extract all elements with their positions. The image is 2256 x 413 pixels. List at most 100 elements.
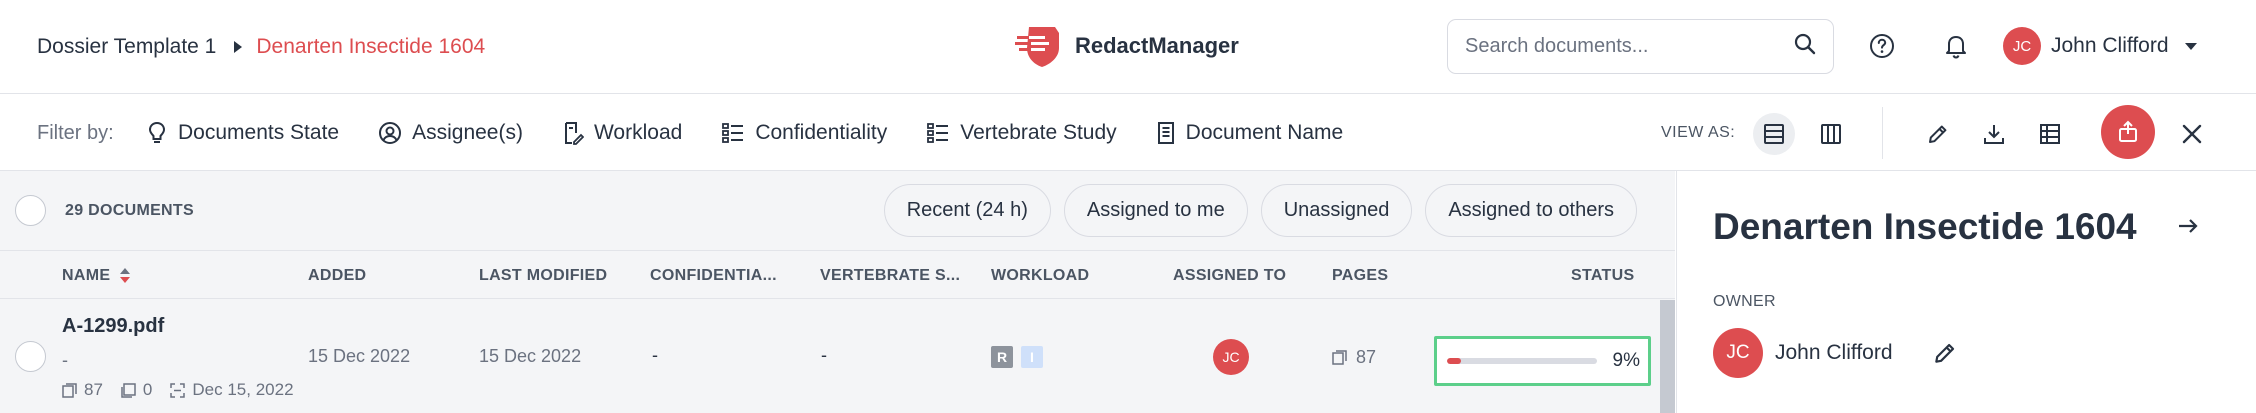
export-button[interactable]	[2101, 105, 2155, 159]
scrollbar[interactable]	[1660, 300, 1675, 413]
column-header-status[interactable]: STATUS	[1571, 252, 1634, 299]
owner-name: John Clifford	[1775, 341, 1893, 364]
filter-list: Documents State Assignee(s) Workload Con…	[146, 95, 1382, 171]
document-icon	[1157, 122, 1174, 144]
details-title: Denarten Insectide 1604	[1713, 206, 2137, 247]
lightbulb-icon	[148, 121, 166, 143]
list-icon	[722, 123, 744, 143]
cell-vertebrate-study: -	[821, 345, 827, 365]
file-meta: 87 0 Dec 15, 2022	[62, 380, 295, 400]
list-view-icon[interactable]	[1753, 113, 1795, 155]
avatar: JC	[2003, 27, 2041, 65]
pages-icon	[62, 382, 77, 398]
edit-owner-icon[interactable]	[1930, 338, 1960, 368]
user-menu[interactable]: JC John Clifford	[2003, 26, 2197, 66]
help-icon[interactable]	[1865, 29, 1899, 63]
progress-bar	[1447, 358, 1597, 364]
filter-documents-state[interactable]: Documents State	[146, 121, 339, 145]
list-toolbar: 29 DOCUMENTS Recent (24 h) Assigned to m…	[0, 171, 1675, 251]
filter-document-name[interactable]: Document Name	[1156, 121, 1344, 145]
owner-label: OWNER	[1713, 293, 1776, 310]
toolbar-divider	[1882, 107, 1883, 159]
filter-confidentiality[interactable]: Confidentiality	[721, 121, 887, 145]
brand-name: RedactManager	[1075, 33, 1239, 58]
column-header-name[interactable]: NAME	[62, 252, 131, 299]
meta-annotations: 0	[121, 380, 152, 400]
filter-label: Assignee(s)	[412, 121, 523, 144]
quick-filters: Recent (24 h) Assigned to me Unassigned …	[883, 184, 1637, 237]
filter-bar: Filter by: Documents State Assignee(s) W…	[0, 95, 2256, 171]
quick-filter-recent[interactable]: Recent (24 h)	[883, 184, 1051, 237]
filter-label: Confidentiality	[755, 121, 888, 144]
file-subtitle: -	[62, 350, 68, 370]
column-header-vertebrate-study[interactable]: VERTEBRATE S...	[820, 252, 960, 299]
sort-icon	[120, 268, 131, 283]
workload-badge-r: R	[991, 346, 1013, 368]
details-pane: Denarten Insectide 1604 OWNER JC John Cl…	[1676, 171, 2256, 413]
select-all-checkbox[interactable]	[15, 195, 46, 226]
filter-workload[interactable]: Workload	[562, 121, 682, 145]
quick-filter-assigned-to-me[interactable]: Assigned to me	[1063, 184, 1248, 237]
document-count: 29 DOCUMENTS	[65, 202, 194, 219]
progress-percent: 9%	[1612, 350, 1640, 371]
close-icon[interactable]	[2171, 113, 2213, 155]
chevron-down-icon	[2184, 42, 2197, 50]
cell-added: 15 Dec 2022	[308, 346, 411, 366]
pages-icon	[1332, 350, 1347, 365]
view-as-label: VIEW AS:	[1661, 124, 1736, 141]
table-icon[interactable]	[2029, 113, 2071, 155]
breadcrumb-separator-icon	[234, 41, 243, 53]
column-header-last-modified[interactable]: LAST MODIFIED	[479, 252, 607, 299]
columns-view-icon[interactable]	[1810, 113, 1852, 155]
meta-pages: 87	[62, 380, 103, 400]
annotations-icon	[121, 382, 136, 398]
progress-bar-fill	[1447, 358, 1461, 364]
meta-annotations-value: 0	[142, 380, 153, 399]
workload-badge-i: I	[1021, 346, 1043, 368]
document-list: 29 DOCUMENTS Recent (24 h) Assigned to m…	[0, 171, 1675, 413]
upload-icon	[2119, 120, 2137, 142]
meta-date-value: Dec 15, 2022	[192, 380, 294, 399]
owner: JC John Clifford	[1713, 328, 1960, 378]
search-icon[interactable]	[1793, 32, 1817, 61]
status-progress[interactable]: 9%	[1434, 336, 1651, 386]
filter-assignees[interactable]: Assignee(s)	[378, 121, 523, 145]
column-header-assigned-to[interactable]: ASSIGNED TO	[1173, 252, 1286, 299]
brand-logo[interactable]: RedactManager	[1015, 22, 1239, 70]
search-box[interactable]	[1447, 19, 1834, 74]
breadcrumb-dossier-template[interactable]: Dossier Template 1	[37, 35, 216, 59]
cell-confidentiality: -	[652, 345, 658, 365]
column-header-workload[interactable]: WORKLOAD	[991, 252, 1089, 299]
table-header: NAME ADDED LAST MODIFIED CONFIDENTIA... …	[0, 252, 1675, 299]
list-icon	[927, 123, 949, 143]
meta-date: Dec 15, 2022	[170, 380, 294, 400]
file-name[interactable]: A-1299.pdf	[62, 315, 164, 338]
filter-label: Documents State	[178, 121, 340, 144]
column-header-confidentiality[interactable]: CONFIDENTIA...	[650, 252, 777, 299]
assignee-avatar[interactable]: JC	[1213, 339, 1249, 375]
meta-pages-value: 87	[84, 380, 103, 399]
filter-label: Document Name	[1185, 121, 1344, 144]
column-header-added[interactable]: ADDED	[308, 252, 366, 299]
user-circle-icon	[379, 122, 402, 144]
cell-pages: 87	[1332, 347, 1376, 368]
document-pen-icon	[564, 122, 584, 145]
search-input[interactable]	[1465, 35, 1785, 58]
breadcrumb-dossier[interactable]: Denarten Insectide 1604	[256, 35, 485, 59]
redact-manager-logo-icon	[1015, 27, 1059, 67]
quick-filter-unassigned[interactable]: Unassigned	[1260, 184, 1413, 237]
bell-icon[interactable]	[1939, 29, 1973, 63]
scan-icon	[170, 382, 186, 398]
row-checkbox[interactable]	[15, 341, 46, 372]
owner-avatar: JC	[1713, 328, 1763, 378]
quick-filter-assigned-to-others[interactable]: Assigned to others	[1425, 184, 1637, 237]
column-header-pages[interactable]: PAGES	[1332, 252, 1388, 299]
table-row[interactable]: A-1299.pdf - 87 0 Dec 15, 2022 15 Dec 20…	[0, 300, 1660, 413]
cell-pages-value: 87	[1356, 347, 1377, 367]
column-header-label: NAME	[62, 266, 111, 284]
breadcrumb: Dossier Template 1 Denarten Insectide 16…	[37, 0, 485, 94]
download-icon[interactable]	[1973, 113, 2015, 155]
filter-vertebrate-study[interactable]: Vertebrate Study	[926, 121, 1117, 145]
edit-icon[interactable]	[1917, 113, 1959, 155]
arrow-right-icon[interactable]	[2177, 217, 2199, 240]
